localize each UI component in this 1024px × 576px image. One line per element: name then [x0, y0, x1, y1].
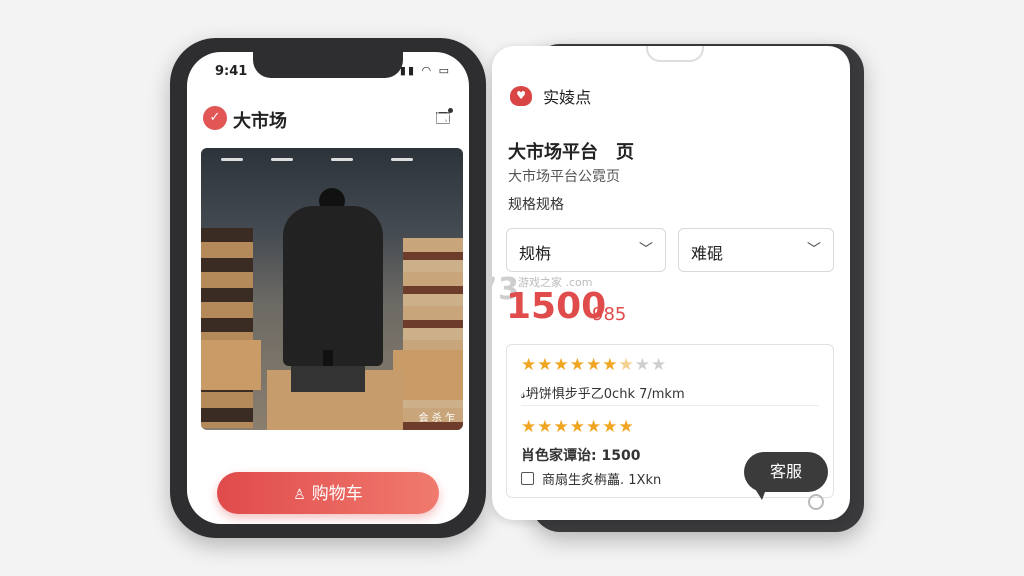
app-header: ✓ 大市场 🗔: [203, 104, 453, 134]
cart-icon[interactable]: 🗔: [433, 108, 453, 128]
brand-row: ♥ 实婈点: [510, 84, 591, 108]
review-checkbox[interactable]: [521, 472, 534, 485]
spec-label: 规格规格: [508, 197, 564, 213]
display-base: [291, 366, 365, 392]
black-jacket: [283, 206, 383, 366]
cart-button-icon: ♙: [293, 486, 306, 502]
chevron-down-icon: ﹀: [807, 242, 821, 258]
home-ring-icon: [808, 494, 824, 510]
photo-caption: 会 杀 乍: [418, 413, 455, 424]
review-line-3-text: 商扇生炙栴藟. 1Xkn: [542, 473, 662, 488]
chat-bubble-tail: [752, 484, 768, 500]
spec-select-2-value: 难䃂: [691, 244, 724, 263]
star-rating-2: ★★★★★★★: [521, 417, 635, 437]
add-to-cart-button[interactable]: ♙ 购物车: [217, 472, 439, 514]
status-icons: ▮▮ ◠ ▭: [399, 64, 451, 77]
divider: [521, 405, 819, 406]
spec-select-1-value: 规栴: [519, 244, 552, 263]
status-time: 9:41: [215, 64, 248, 79]
heart-logo-icon: ♥: [510, 86, 532, 106]
wood-crate: [393, 350, 463, 400]
phone-notch: [253, 52, 403, 78]
top-tab: [646, 46, 704, 62]
review-line-1: 𝓈坍饼惧步乎乙0chk 7/mkm: [521, 387, 685, 402]
cart-badge-dot: [448, 108, 453, 113]
app-title: 大市场: [233, 111, 287, 132]
chevron-down-icon: ﹀: [639, 242, 653, 258]
cart-button-label: 购物车: [311, 484, 363, 503]
detail-subtitle: 大市场平台公霓页: [508, 169, 620, 185]
right-shelf: [403, 238, 463, 430]
spec-select-2[interactable]: 难䃂 ﹀: [678, 228, 834, 272]
review-line-3[interactable]: 商扇生炙栴藟. 1Xkn: [521, 469, 661, 488]
star-rating-1: ★★★★★★★★★: [521, 355, 668, 375]
brand-name: 实婈点: [543, 88, 592, 107]
left-phone: 9:41 ▮▮ ◠ ▭ ✓ 大市场 🗔 会 杀 乍 ♙ 购物车: [170, 38, 486, 538]
wood-crate: [201, 340, 261, 390]
left-phone-screen: 9:41 ▮▮ ◠ ▭ ✓ 大市场 🗔 会 杀 乍 ♙ 购物车: [187, 52, 469, 524]
price-secondary: 985: [592, 304, 627, 325]
review-line-2: 肖色家谭诒: 1500: [521, 448, 641, 464]
left-shelf: [201, 228, 253, 428]
detail-title: 大市场平台 页: [508, 142, 634, 163]
right-phone-screen: ♥ 实婈点 大市场平台 页 大市场平台公霓页 规格规格 规栴 ﹀ 难䃂 ﹀ K7…: [492, 46, 850, 520]
spec-select-1[interactable]: 规栴 ﹀: [506, 228, 666, 272]
product-photo[interactable]: 会 杀 乍: [201, 148, 463, 430]
app-logo-icon: ✓: [203, 106, 227, 130]
